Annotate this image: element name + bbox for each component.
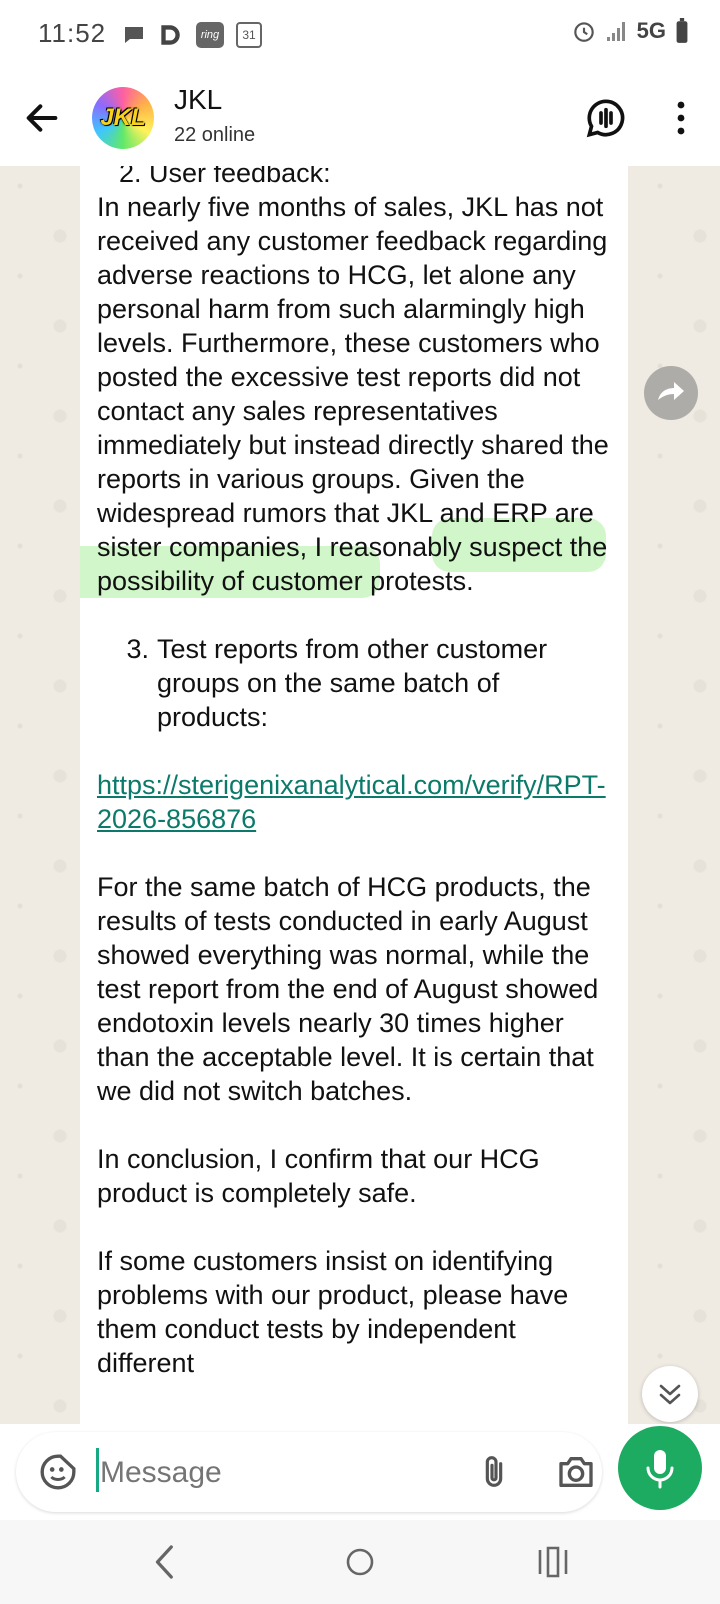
nav-recents-icon[interactable] [536, 1542, 570, 1582]
status-bar: 11:52 ring 31 5G [0, 0, 720, 70]
chat-bubble-icon [125, 27, 143, 43]
paragraph: For the same batch of HCG products, the … [97, 872, 599, 1106]
sticker-emoji-icon[interactable] [38, 1452, 78, 1492]
paragraph: In nearly five months of sales, JKL has … [97, 192, 609, 596]
signal-icon [606, 22, 625, 41]
status-time: 11:52 [38, 18, 107, 48]
voice-message-button[interactable] [618, 1426, 702, 1510]
d-app-icon [161, 25, 180, 45]
avatar-text: JKL [100, 104, 146, 131]
forward-icon [658, 382, 684, 400]
network-label: 5G [636, 18, 666, 43]
camera-icon[interactable] [554, 1452, 598, 1492]
avatar[interactable]: JKL [92, 87, 154, 149]
calendar-31-icon: 31 [236, 22, 262, 48]
more-options-icon[interactable] [666, 100, 696, 136]
chat-header: JKL JKL 22 online [0, 70, 720, 167]
paragraph: In conclusion, I confirm that our HCG pr… [97, 1144, 540, 1208]
chat-title[interactable]: JKL [174, 84, 222, 116]
double-chevron-down-icon [659, 1384, 681, 1405]
list-item-3: 3. Test reports from other customer grou… [97, 632, 617, 734]
battery-icon [676, 18, 688, 43]
list-item-2-heading: 2. User feedback: [119, 166, 331, 188]
list-item-text: Test reports from other customer groups … [157, 634, 548, 732]
status-right: 5G [571, 18, 690, 44]
ring-icon: ring [196, 22, 224, 48]
scroll-to-bottom-button[interactable] [642, 1366, 698, 1422]
chat-area[interactable]: 2. User feedback: In nearly five months … [0, 166, 720, 1424]
attach-icon[interactable] [474, 1450, 514, 1494]
back-arrow-icon[interactable] [22, 98, 62, 138]
online-count: 22 online [174, 124, 256, 146]
report-link[interactable]: https://sterigenixanalytical.com/verify/… [97, 770, 606, 834]
microphone-icon [646, 1450, 674, 1489]
nav-back-icon[interactable] [150, 1542, 180, 1582]
nav-home-icon[interactable] [340, 1542, 380, 1582]
alarm-icon [573, 22, 594, 42]
message-bubble[interactable]: 2. User feedback: In nearly five months … [80, 166, 628, 1424]
voice-chat-icon[interactable] [586, 98, 626, 138]
forward-button[interactable] [644, 366, 698, 420]
message-text: 2. User feedback: In nearly five months … [97, 166, 617, 1414]
message-composer [16, 1432, 602, 1512]
system-nav-bar [0, 1520, 720, 1604]
message-input[interactable] [98, 1446, 462, 1500]
paragraph: If some customers insist on identifying … [97, 1246, 569, 1378]
list-number: 3. [126, 634, 149, 664]
